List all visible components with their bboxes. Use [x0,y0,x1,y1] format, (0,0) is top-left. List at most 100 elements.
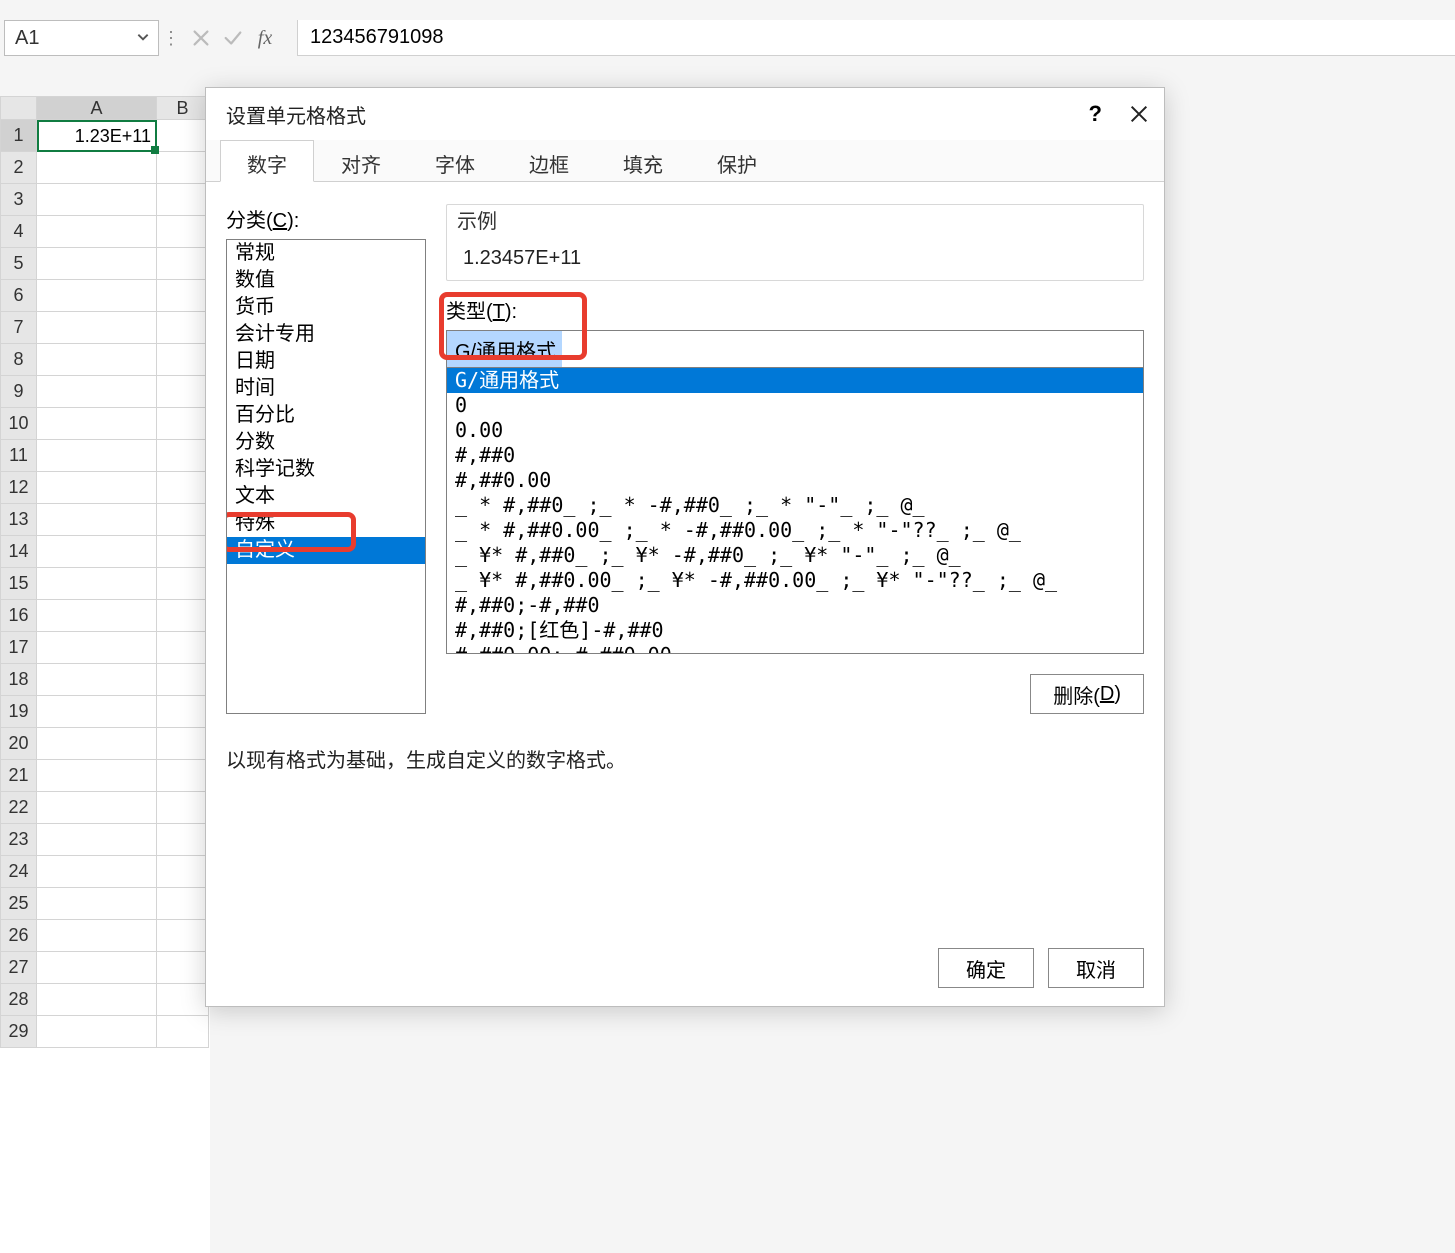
category-item[interactable]: 时间 [227,375,425,402]
format-item[interactable]: #,##0 [447,443,1143,468]
category-item[interactable]: 百分比 [227,402,425,429]
cell[interactable] [37,568,157,600]
cell[interactable] [157,120,209,152]
cell[interactable] [157,728,209,760]
cell[interactable] [37,920,157,952]
category-item[interactable]: 文本 [227,483,425,510]
cell[interactable] [37,856,157,888]
cell[interactable]: 1.23E+11 [37,120,157,152]
row-header[interactable]: 9 [0,376,37,408]
ok-button[interactable]: 确定 [938,948,1034,988]
format-item[interactable]: #,##0.00 [447,468,1143,493]
cell[interactable] [157,376,209,408]
format-item[interactable]: #,##0.00;-#,##0.00 [447,643,1143,654]
row-header[interactable]: 2 [0,152,37,184]
cell[interactable] [157,984,209,1016]
row-header[interactable]: 19 [0,696,37,728]
formula-input[interactable] [297,20,1455,56]
row-header[interactable]: 24 [0,856,37,888]
row-header[interactable]: 6 [0,280,37,312]
cell[interactable] [37,1016,157,1048]
category-item[interactable]: 自定义 [227,537,425,564]
column-resize-handle[interactable]: ⋮ [167,28,175,49]
row-header[interactable]: 11 [0,440,37,472]
cell[interactable] [157,344,209,376]
close-icon[interactable] [1128,103,1150,125]
format-item[interactable]: #,##0;-#,##0 [447,593,1143,618]
format-item[interactable]: _ ¥* #,##0.00_ ;_ ¥* -#,##0.00_ ;_ ¥* "-… [447,568,1143,593]
cancel-button[interactable]: 取消 [1048,948,1144,988]
cell[interactable] [157,408,209,440]
cell[interactable] [157,536,209,568]
cell[interactable] [37,952,157,984]
cell[interactable] [37,664,157,696]
category-item[interactable]: 科学记数 [227,456,425,483]
row-header[interactable]: 12 [0,472,37,504]
row-header[interactable]: 22 [0,792,37,824]
row-header[interactable]: 17 [0,632,37,664]
tab-字体[interactable]: 字体 [408,140,502,181]
row-header[interactable]: 15 [0,568,37,600]
category-item[interactable]: 日期 [227,348,425,375]
row-header[interactable]: 16 [0,600,37,632]
row-header[interactable]: 23 [0,824,37,856]
cell[interactable] [157,856,209,888]
cell[interactable] [157,440,209,472]
cell[interactable] [157,248,209,280]
format-item[interactable]: G/通用格式 [447,368,1143,393]
cell[interactable] [37,504,157,536]
row-header[interactable]: 13 [0,504,37,536]
row-header[interactable]: 25 [0,888,37,920]
cell[interactable] [157,824,209,856]
cell[interactable] [37,696,157,728]
cell[interactable] [37,344,157,376]
tab-保护[interactable]: 保护 [690,140,784,181]
cell[interactable] [37,216,157,248]
cell[interactable] [157,632,209,664]
category-item[interactable]: 会计专用 [227,321,425,348]
row-header[interactable]: 3 [0,184,37,216]
type-input[interactable] [446,330,1144,368]
cell[interactable] [157,472,209,504]
cell[interactable] [157,888,209,920]
help-icon[interactable]: ? [1089,101,1102,127]
cell[interactable] [37,728,157,760]
format-item[interactable]: _ * #,##0.00_ ;_ * -#,##0.00_ ;_ * "-"??… [447,518,1143,543]
category-item[interactable]: 分数 [227,429,425,456]
cell[interactable] [157,600,209,632]
cell[interactable] [37,792,157,824]
row-header[interactable]: 4 [0,216,37,248]
cell[interactable] [157,1016,209,1048]
cell[interactable] [37,376,157,408]
row-header[interactable]: 14 [0,536,37,568]
cell[interactable] [37,152,157,184]
name-box[interactable]: A1 [4,20,159,56]
format-list[interactable]: G/通用格式00.00#,##0#,##0.00_ * #,##0_ ;_ * … [446,368,1144,654]
tab-对齐[interactable]: 对齐 [314,140,408,181]
row-header[interactable]: 7 [0,312,37,344]
dialog-titlebar[interactable]: 设置单元格格式 ? [206,88,1164,140]
cell[interactable] [157,184,209,216]
row-header[interactable]: 29 [0,1016,37,1048]
cell[interactable] [37,440,157,472]
cell[interactable] [37,600,157,632]
tab-数字[interactable]: 数字 [220,140,314,182]
cell[interactable] [37,984,157,1016]
cell[interactable] [157,504,209,536]
delete-button[interactable]: 删除(D) [1030,674,1144,714]
cell[interactable] [37,760,157,792]
cell[interactable] [37,184,157,216]
category-list[interactable]: 常规数值货币会计专用日期时间百分比分数科学记数文本特殊自定义 [227,240,425,713]
format-item[interactable]: #,##0;[红色]-#,##0 [447,618,1143,643]
cell[interactable] [157,280,209,312]
row-header[interactable]: 27 [0,952,37,984]
cell[interactable] [157,760,209,792]
row-header[interactable]: 28 [0,984,37,1016]
cell[interactable] [157,568,209,600]
cell[interactable] [37,408,157,440]
format-item[interactable]: 0.00 [447,418,1143,443]
cell[interactable] [37,472,157,504]
fx-icon[interactable]: fx [251,24,279,52]
row-header[interactable]: 10 [0,408,37,440]
cell[interactable] [37,312,157,344]
